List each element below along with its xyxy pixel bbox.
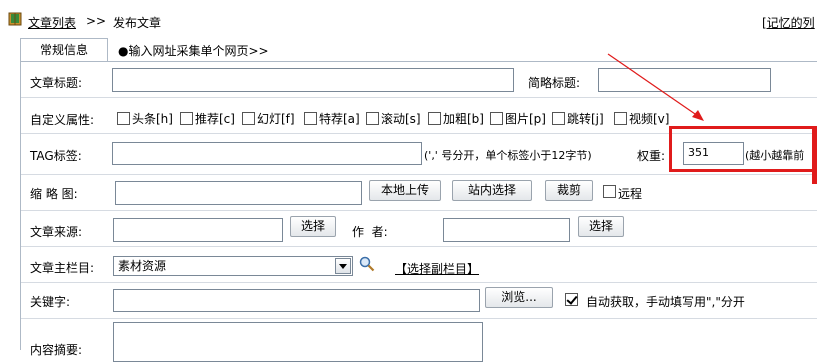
checkbox[interactable] <box>366 112 379 125</box>
attr-label: 加粗[b] <box>443 112 484 126</box>
tags-hint: (',' 号分开，单个标签小于12字节) <box>424 149 592 162</box>
row-divider <box>21 246 817 247</box>
row-divider <box>21 174 817 175</box>
attr-slideshow[interactable]: 幻灯[f] <box>242 110 295 127</box>
weight-label: 权重: <box>637 149 666 163</box>
attributes-label: 自定义属性: <box>30 113 95 127</box>
checkbox[interactable] <box>242 112 255 125</box>
checkbox[interactable] <box>490 112 503 125</box>
search-icon[interactable] <box>359 256 375 272</box>
annotation-edge <box>812 126 817 184</box>
summary-textarea[interactable] <box>113 322 483 362</box>
keywords-label: 关键字: <box>30 295 71 309</box>
annotation-highlight-box <box>669 126 817 172</box>
author-select-button[interactable]: 选择 <box>578 216 624 237</box>
source-input[interactable] <box>113 218 283 242</box>
source-select-button[interactable]: 选择 <box>290 216 336 237</box>
tags-label: TAG标签: <box>30 149 82 163</box>
attr-label: 跳转[j] <box>567 112 604 126</box>
tab-general-info[interactable]: 常规信息 <box>20 38 108 62</box>
select-sub-column-link[interactable]: 【选择副栏目】 <box>395 260 479 277</box>
source-label: 文章来源: <box>30 225 83 239</box>
crop-button[interactable]: 裁剪 <box>545 180 593 201</box>
author-input[interactable] <box>443 218 570 242</box>
breadcrumb-current: 发布文章 <box>113 16 162 30</box>
attr-redirect[interactable]: 跳转[j] <box>552 110 604 127</box>
annotation-arrow-icon <box>607 53 704 121</box>
row-divider <box>21 210 817 211</box>
remote-label: 远程 <box>618 187 643 201</box>
checkbox[interactable] <box>180 112 193 125</box>
author-label: 作 者: <box>352 225 388 239</box>
auto-fetch-checkbox[interactable] <box>565 293 578 306</box>
remote-checkbox[interactable] <box>603 185 616 198</box>
article-list-link[interactable]: 文章列表 <box>28 14 76 31</box>
chevron-down-icon[interactable] <box>335 258 351 274</box>
attr-scroll[interactable]: 滚动[s] <box>366 110 421 127</box>
auto-fetch-label: 自动获取，手动填写用","分开 <box>586 295 745 309</box>
attr-recommend[interactable]: 推荐[c] <box>180 110 235 127</box>
book-icon <box>8 12 22 26</box>
checkbox[interactable] <box>552 112 565 125</box>
local-upload-button[interactable]: 本地上传 <box>369 180 441 201</box>
row-divider <box>21 282 817 283</box>
main-column-label: 文章主栏目: <box>30 261 95 275</box>
attr-label: 头条[h] <box>132 112 173 126</box>
attr-label: 幻灯[f] <box>257 112 295 126</box>
main-column-selected: 素材资源 <box>118 259 167 273</box>
thumbnail-input[interactable] <box>115 181 362 205</box>
attr-special[interactable]: 特荐[a] <box>304 110 360 127</box>
attr-bold[interactable]: 加粗[b] <box>428 110 484 127</box>
keywords-input[interactable] <box>113 289 480 312</box>
attr-image[interactable]: 图片[p] <box>490 110 546 127</box>
tab-collect-from-url[interactable]: ●输入网址采集单个网页>> <box>118 42 269 59</box>
attr-label: 特荐[a] <box>319 112 360 126</box>
attr-label: 推荐[c] <box>195 112 235 126</box>
attr-label: 滚动[s] <box>381 112 421 126</box>
tags-input[interactable] <box>112 142 422 165</box>
breadcrumb-separator: >> <box>86 14 107 28</box>
site-select-button[interactable]: 站内选择 <box>452 180 532 201</box>
title-input[interactable] <box>112 68 514 92</box>
title-label: 文章标题: <box>30 76 83 90</box>
checkbox[interactable] <box>428 112 441 125</box>
main-column-select[interactable]: 素材资源 <box>113 256 353 276</box>
thumbnail-label: 缩 略 图: <box>30 187 78 201</box>
checkbox[interactable] <box>117 112 130 125</box>
browse-button[interactable]: 浏览... <box>485 287 553 308</box>
attr-headline[interactable]: 头条[h] <box>117 110 173 127</box>
top-right-link[interactable]: [记忆的列 <box>762 14 815 31</box>
attr-label: 图片[p] <box>505 112 546 126</box>
short-title-label: 简略标题: <box>528 76 581 90</box>
row-divider <box>21 318 817 319</box>
checkbox[interactable] <box>304 112 317 125</box>
